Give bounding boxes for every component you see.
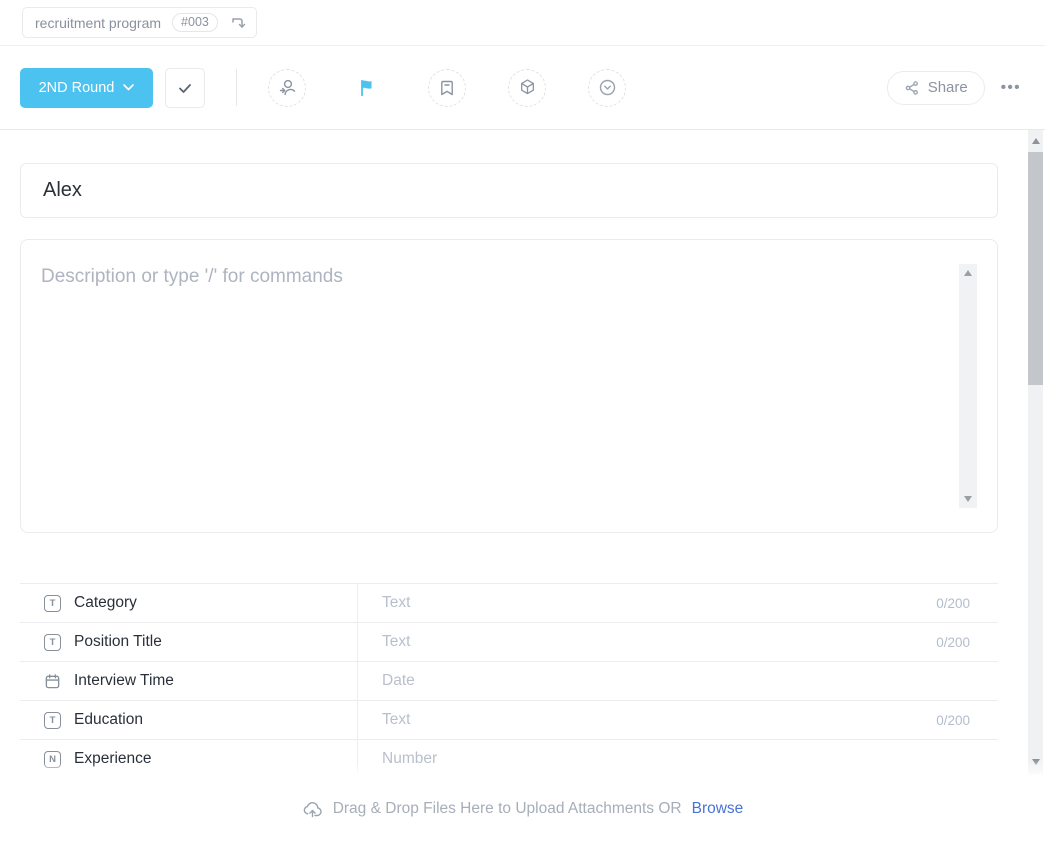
field-label-cell[interactable]: T Education bbox=[20, 701, 358, 739]
number-field-icon: N bbox=[44, 751, 61, 768]
more-menu-button[interactable]: ••• bbox=[1001, 79, 1021, 96]
field-label-cell[interactable]: N Experience bbox=[20, 740, 358, 775]
browse-link[interactable]: Browse bbox=[692, 800, 744, 818]
check-icon bbox=[176, 79, 194, 97]
field-value-placeholder: Number bbox=[382, 750, 970, 768]
status-dropdown-button[interactable]: 2ND Round bbox=[20, 68, 153, 108]
status-chevron-button[interactable] bbox=[588, 69, 626, 107]
share-label: Share bbox=[928, 79, 968, 96]
field-value-input[interactable]: Text 0/200 bbox=[358, 701, 998, 739]
scroll-up-icon[interactable] bbox=[964, 270, 972, 276]
breadcrumb[interactable]: recruitment program #003 bbox=[22, 7, 257, 38]
field-label: Position Title bbox=[74, 633, 162, 651]
date-field-icon bbox=[44, 673, 61, 690]
field-char-counter: 0/200 bbox=[936, 596, 970, 611]
text-field-icon: T bbox=[44, 634, 61, 651]
task-title-input[interactable]: Alex bbox=[20, 163, 998, 218]
chevron-circle-icon bbox=[597, 77, 618, 98]
page-scrollbar-thumb[interactable] bbox=[1028, 152, 1043, 385]
field-label: Experience bbox=[74, 750, 152, 768]
breadcrumb-bar: recruitment program #003 bbox=[0, 0, 1045, 46]
field-value-input[interactable]: Text 0/200 bbox=[358, 623, 998, 661]
field-label: Interview Time bbox=[74, 672, 174, 690]
add-assignee-button[interactable] bbox=[268, 69, 306, 107]
mark-complete-button[interactable] bbox=[165, 68, 205, 108]
toolbar-divider bbox=[236, 69, 237, 106]
custom-fields-table: T Category Text 0/200 T Position Title T… bbox=[20, 583, 998, 775]
text-field-icon: T bbox=[44, 712, 61, 729]
custom-field-row: N Experience Number bbox=[20, 740, 998, 775]
cube-icon bbox=[517, 77, 538, 98]
field-label-cell[interactable]: T Category bbox=[20, 584, 358, 622]
field-value-placeholder: Date bbox=[382, 672, 970, 690]
page-scroll-down-icon[interactable] bbox=[1032, 759, 1040, 765]
page-scrollbar[interactable] bbox=[1028, 130, 1043, 775]
dropzone-text: Drag & Drop Files Here to Upload Attachm… bbox=[333, 800, 682, 818]
field-label: Category bbox=[74, 594, 137, 612]
move-task-icon[interactable] bbox=[229, 14, 246, 31]
breadcrumb-list-name: recruitment program bbox=[35, 15, 161, 31]
description-scrollbar[interactable] bbox=[959, 264, 977, 508]
bookmark-button[interactable] bbox=[428, 69, 466, 107]
description-placeholder: Description or type '/' for commands bbox=[41, 266, 343, 288]
cloud-upload-icon bbox=[302, 800, 323, 818]
field-char-counter: 0/200 bbox=[936, 713, 970, 728]
custom-field-row: Interview Time Date bbox=[20, 662, 998, 701]
task-title: Alex bbox=[43, 179, 82, 202]
field-value-input[interactable]: Text 0/200 bbox=[358, 584, 998, 622]
priority-flag-button[interactable] bbox=[348, 69, 386, 107]
field-label-cell[interactable]: T Position Title bbox=[20, 623, 358, 661]
field-char-counter: 0/200 bbox=[936, 635, 970, 650]
priority-flag-icon bbox=[357, 78, 377, 98]
chevron-down-icon bbox=[123, 84, 134, 91]
field-label: Education bbox=[74, 711, 143, 729]
attachments-dropzone[interactable]: Drag & Drop Files Here to Upload Attachm… bbox=[0, 775, 1045, 843]
field-value-placeholder: Text bbox=[382, 711, 936, 729]
task-panel: Alex Description or type '/' for command… bbox=[0, 130, 1045, 775]
field-value-placeholder: Text bbox=[382, 594, 936, 612]
custom-field-row: T Position Title Text 0/200 bbox=[20, 623, 998, 662]
scroll-down-icon[interactable] bbox=[964, 496, 972, 502]
share-icon bbox=[904, 80, 920, 96]
text-field-icon: T bbox=[44, 595, 61, 612]
task-id-badge: #003 bbox=[172, 13, 218, 32]
description-editor[interactable]: Description or type '/' for commands bbox=[20, 239, 998, 533]
bookmark-icon bbox=[437, 78, 457, 98]
field-label-cell[interactable]: Interview Time bbox=[20, 662, 358, 700]
status-label: 2ND Round bbox=[39, 80, 115, 96]
dependencies-cube-button[interactable] bbox=[508, 69, 546, 107]
field-value-input[interactable]: Date bbox=[358, 662, 998, 700]
page-scroll-up-icon[interactable] bbox=[1032, 138, 1040, 144]
share-button[interactable]: Share bbox=[887, 71, 985, 105]
add-assignee-icon bbox=[277, 77, 298, 98]
custom-field-row: T Education Text 0/200 bbox=[20, 701, 998, 740]
field-value-placeholder: Text bbox=[382, 633, 936, 651]
field-value-input[interactable]: Number bbox=[358, 740, 998, 775]
toolbar: 2ND Round bbox=[0, 46, 1045, 130]
custom-field-row: T Category Text 0/200 bbox=[20, 584, 998, 623]
